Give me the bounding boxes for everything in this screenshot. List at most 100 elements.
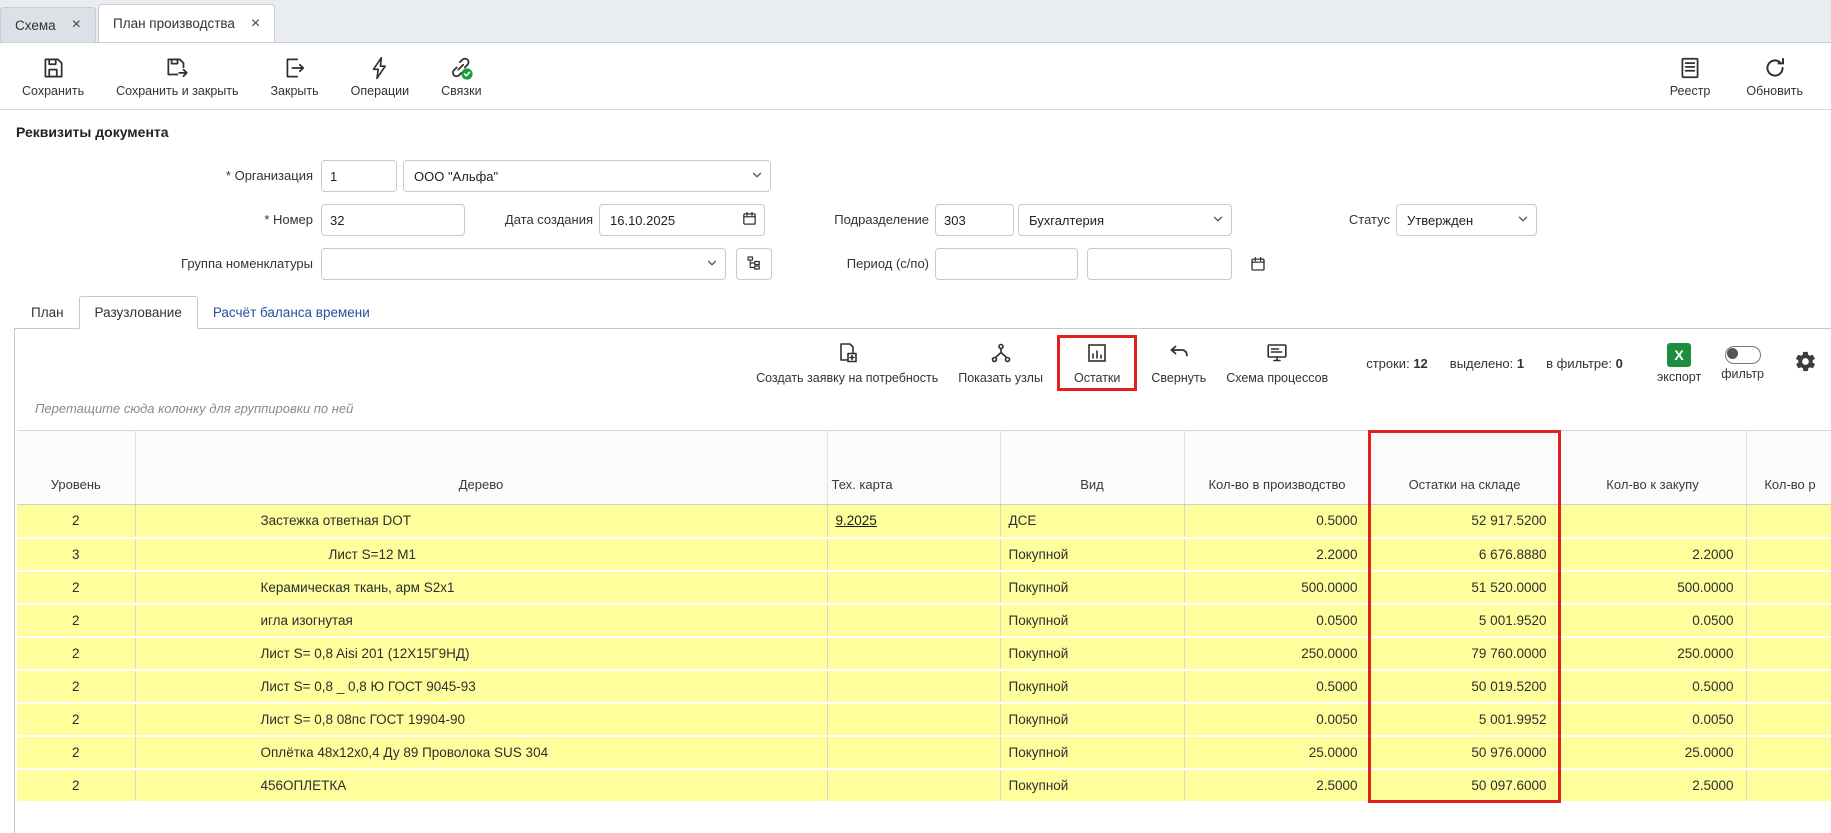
organization-code-input[interactable] <box>321 160 397 192</box>
table-row[interactable]: 2456ОПЛЕТКАПокупной2.500050 097.60002.50… <box>17 769 1831 802</box>
lightning-icon <box>367 55 393 81</box>
table-row[interactable]: 2игла изогнутаяПокупной0.05005 001.95200… <box>17 604 1831 637</box>
cell-tech-card <box>827 703 1000 736</box>
column-header-4[interactable]: Кол-во в производство <box>1184 431 1370 505</box>
column-header-0[interactable]: Уровень <box>17 431 135 505</box>
cell-stock: 50 976.0000 <box>1370 736 1559 769</box>
cell-tech-card: 9.2025 <box>827 505 1000 538</box>
cell-qty-production: 25.0000 <box>1184 736 1370 769</box>
highlight-stocks-button: Остатки <box>1057 335 1137 391</box>
close-button[interactable]: Закрыть <box>263 51 327 102</box>
table-body: 2Застежка ответная DOT9.2025ДСЕ0.500052 … <box>17 505 1831 802</box>
period-from-input[interactable] <box>935 248 1078 280</box>
show-nodes-label: Показать узлы <box>958 371 1043 385</box>
cell-qty-production: 2.5000 <box>1184 769 1370 802</box>
cell-level: 2 <box>17 604 135 637</box>
create-request-button[interactable]: Создать заявку на потребность <box>746 339 948 387</box>
group-by-hint[interactable]: Перетащите сюда колонку для группировки … <box>15 397 1831 430</box>
cell-level: 2 <box>17 505 135 538</box>
document-plus-icon <box>835 341 859 368</box>
section-title: Реквизиты документа <box>0 110 1831 150</box>
settings-button[interactable] <box>1790 346 1821 380</box>
cell-qty-extra <box>1746 604 1831 637</box>
column-header-7[interactable]: Кол-во р <box>1746 431 1831 505</box>
nodes-graph-icon <box>989 341 1013 368</box>
column-header-5[interactable]: Остатки на складе <box>1370 431 1559 505</box>
cell-qty-production: 0.0050 <box>1184 703 1370 736</box>
cell-qty-extra <box>1746 703 1831 736</box>
app-window: Схема × План производства × Сохранить Со… <box>0 0 1831 831</box>
table-row[interactable]: 2Лист S= 0,8 _ 0,8 Ю ГОСТ 9045-93Покупно… <box>17 670 1831 703</box>
organization-select[interactable]: ООО "Альфа" <box>403 160 771 192</box>
department-code-input[interactable] <box>935 204 1014 236</box>
cell-stock: 50 019.5200 <box>1370 670 1559 703</box>
tab-plan[interactable]: План <box>16 297 79 328</box>
nomenclature-group-select[interactable] <box>321 248 726 280</box>
organization-label: * Организация <box>0 160 313 192</box>
registry-button[interactable]: Реестр <box>1662 51 1719 102</box>
status-label: Статус <box>1250 204 1390 236</box>
table-wrap: УровеньДеревоТех. картаВидКол-во в произ… <box>15 430 1831 803</box>
refresh-button[interactable]: Обновить <box>1738 51 1811 102</box>
close-icon[interactable]: × <box>251 16 260 32</box>
cell-kind: Покупной <box>1000 604 1184 637</box>
window-tab-schema[interactable]: Схема × <box>0 7 96 42</box>
period-calendar-icon[interactable] <box>1243 254 1273 274</box>
cell-tech-card <box>827 538 1000 571</box>
column-header-6[interactable]: Кол-во к закупу <box>1559 431 1746 505</box>
operations-button[interactable]: Операции <box>343 51 417 102</box>
window-tab-production-plan[interactable]: План производства × <box>98 4 275 42</box>
show-nodes-button[interactable]: Показать узлы <box>948 339 1053 387</box>
filtered-counter: в фильтре: 0 <box>1546 356 1623 371</box>
cell-kind: Покупной <box>1000 538 1184 571</box>
tab-time-balance[interactable]: Расчёт баланса времени <box>198 297 385 328</box>
toggle-switch-icon[interactable] <box>1725 346 1761 364</box>
period-to-input[interactable] <box>1087 248 1232 280</box>
cell-stock: 50 097.6000 <box>1370 769 1559 802</box>
table-row[interactable]: 3Лист S=12 М1Покупной2.20006 676.88802.2… <box>17 538 1831 571</box>
chevron-down-icon <box>1211 212 1225 229</box>
export-label: экспорт <box>1657 370 1701 384</box>
table-row[interactable]: 2Застежка ответная DOT9.2025ДСЕ0.500052 … <box>17 505 1831 538</box>
column-header-1[interactable]: Дерево <box>135 431 827 505</box>
process-schema-button[interactable]: Схема процессов <box>1216 339 1338 387</box>
exit-door-icon <box>282 55 308 81</box>
cell-level: 2 <box>17 637 135 670</box>
close-icon[interactable]: × <box>72 17 81 33</box>
tech-card-link[interactable]: 9.2025 <box>836 513 877 528</box>
cell-qty-production: 250.0000 <box>1184 637 1370 670</box>
table-row[interactable]: 2Лист S= 0,8 Aisi 201 (12Х15Г9НД)Покупно… <box>17 637 1831 670</box>
tab-explosion[interactable]: Разузлование <box>79 296 198 329</box>
filter-toggle-button[interactable]: фильтр <box>1711 344 1774 383</box>
cell-level: 2 <box>17 670 135 703</box>
cell-tech-card <box>827 604 1000 637</box>
cell-qty-purchase: 25.0000 <box>1559 736 1746 769</box>
cell-tech-card <box>827 769 1000 802</box>
stocks-button[interactable]: Остатки <box>1064 339 1130 387</box>
links-button[interactable]: Связки <box>433 51 489 102</box>
cell-qty-extra <box>1746 571 1831 604</box>
save-button[interactable]: Сохранить <box>14 51 92 102</box>
table-row[interactable]: 2Керамическая ткань, арм S2x1Покупной500… <box>17 571 1831 604</box>
column-header-2[interactable]: Тех. карта <box>827 431 1000 505</box>
table-row[interactable]: 2Лист S= 0,8 08пс ГОСТ 19904-90Покупной0… <box>17 703 1831 736</box>
save-close-label: Сохранить и закрыть <box>116 84 238 98</box>
cell-tree: Лист S= 0,8 08пс ГОСТ 19904-90 <box>135 703 827 736</box>
cell-tech-card <box>827 670 1000 703</box>
collapse-label: Свернуть <box>1151 371 1206 385</box>
column-header-3[interactable]: Вид <box>1000 431 1184 505</box>
results-table: УровеньДеревоТех. картаВидКол-во в произ… <box>17 430 1831 803</box>
cell-tech-card <box>827 637 1000 670</box>
status-value: Утвержден <box>1407 213 1473 228</box>
cell-level: 2 <box>17 703 135 736</box>
collapse-button[interactable]: Свернуть <box>1141 339 1216 387</box>
department-select[interactable]: Бухгалтерия <box>1018 204 1232 236</box>
main-toolbar: Сохранить Сохранить и закрыть Закрыть Оп… <box>0 43 1831 110</box>
export-button[interactable]: X экспорт <box>1647 341 1711 386</box>
save-close-button[interactable]: Сохранить и закрыть <box>108 51 246 102</box>
cell-qty-extra <box>1746 637 1831 670</box>
cell-qty-purchase: 2.2000 <box>1559 538 1746 571</box>
status-select[interactable]: Утвержден <box>1396 204 1537 236</box>
cell-qty-extra <box>1746 769 1831 802</box>
table-row[interactable]: 2Оплётка 48х12х0,4 Ду 89 Проволока SUS 3… <box>17 736 1831 769</box>
